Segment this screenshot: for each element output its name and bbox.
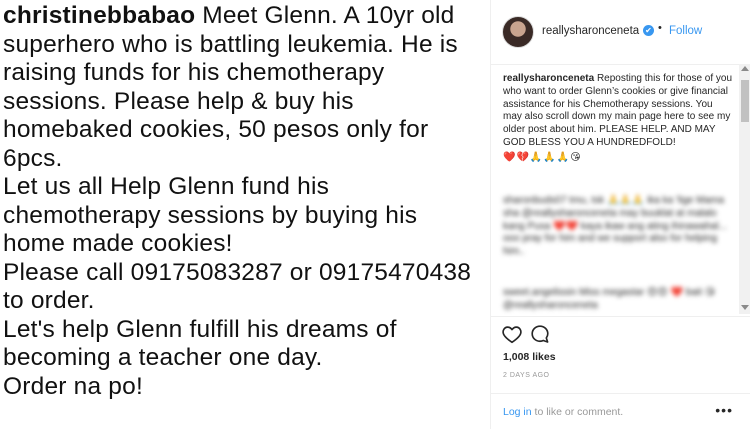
post-line-5: Order na po! bbox=[3, 372, 143, 400]
post-caption-first: christinebbabao Meet Glenn. A 10yr old s… bbox=[3, 2, 485, 173]
post-image: christinebbabao Meet Glenn. A 10yr old s… bbox=[0, 0, 490, 429]
header-username[interactable]: reallysharonceneta bbox=[542, 25, 639, 37]
avatar[interactable] bbox=[502, 16, 534, 48]
login-prompt: Log in to like or comment. bbox=[503, 406, 623, 418]
likes-count[interactable]: 1,008 likes bbox=[503, 351, 556, 363]
blurred-comment-1: sharonbuds07 tmu, tsk 🙏🙏🙏 ika ka 'lige M… bbox=[503, 195, 727, 258]
post-date[interactable]: 2 DAYS AGO bbox=[503, 372, 550, 379]
post-line-3: Please call 09175083287 or 09175470438 t… bbox=[3, 258, 472, 315]
more-options-icon[interactable]: ••• bbox=[715, 402, 733, 418]
caption-text: Reposting this for those of you who want… bbox=[503, 73, 733, 148]
scroll-down-arrow-icon[interactable] bbox=[741, 305, 749, 310]
heart-icon[interactable] bbox=[501, 323, 523, 345]
scroll-up-arrow-icon[interactable] bbox=[741, 66, 749, 71]
verified-badge-icon: ✔ bbox=[643, 25, 654, 36]
login-rest: to like or comment. bbox=[531, 406, 624, 418]
post-line-2: Let us all Help Glenn fund his chemother… bbox=[3, 173, 418, 257]
comment-icon[interactable] bbox=[529, 323, 551, 345]
comments-list[interactable]: reallysharonceneta Reposting this for th… bbox=[491, 65, 739, 315]
post-header: reallysharonceneta ✔ • Follow bbox=[491, 0, 750, 65]
blurred-comment-2: sweet.angelissin Miss megastar 😍😍 ❤️ bai… bbox=[503, 287, 716, 311]
post-line-4: Let's help Glenn fulfill his dreams of b… bbox=[3, 315, 397, 372]
side-panel: reallysharonceneta ✔ • Follow reallyshar… bbox=[490, 0, 750, 429]
caption-username[interactable]: reallysharonceneta bbox=[503, 73, 594, 84]
actions-section: 1,008 likes 2 DAYS AGO Log in to like or… bbox=[491, 316, 750, 430]
login-row: Log in to like or comment. ••• bbox=[491, 393, 750, 431]
scrollbar-thumb[interactable] bbox=[741, 80, 749, 122]
separator-dot: • bbox=[658, 22, 662, 34]
caption-comment: reallysharonceneta Reposting this for th… bbox=[503, 73, 733, 165]
post-username: christinebbabao bbox=[3, 2, 196, 29]
follow-button[interactable]: Follow bbox=[669, 25, 702, 37]
login-link[interactable]: Log in bbox=[503, 406, 532, 418]
caption-emojis: ❤️💔🙏🙏🙏😘 bbox=[503, 151, 582, 163]
post-image-text: christinebbabao Meet Glenn. A 10yr old s… bbox=[3, 2, 485, 401]
